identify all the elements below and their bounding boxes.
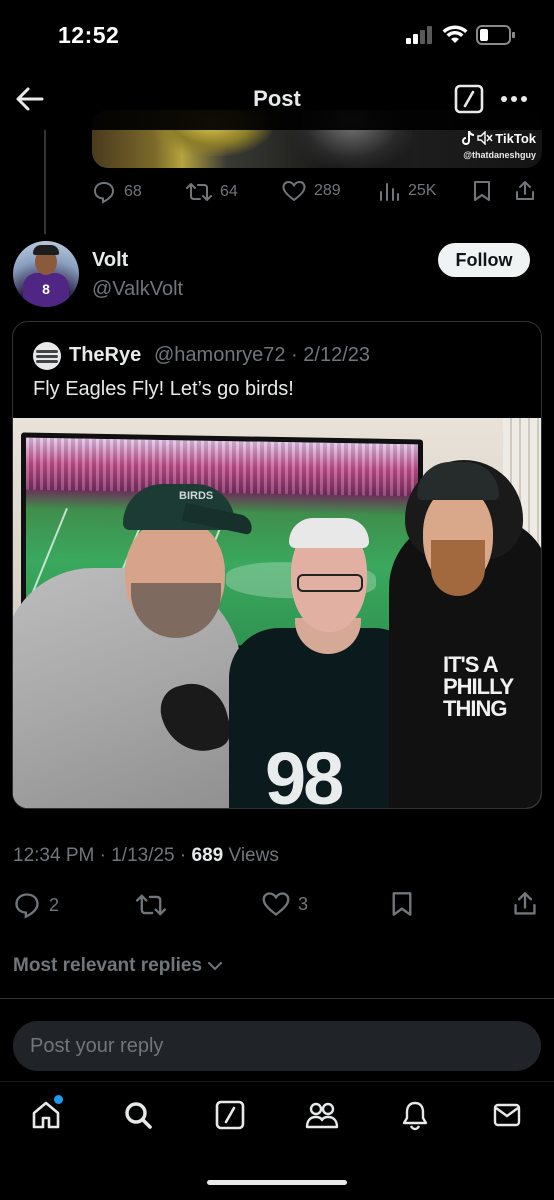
- home-indicator: [207, 1180, 347, 1185]
- grok-icon: [454, 84, 484, 114]
- status-icons: [406, 25, 516, 45]
- tiktok-watermark: TikTok @thatdaneshguy: [461, 130, 536, 160]
- author-name[interactable]: Volt: [92, 249, 128, 272]
- tab-messages[interactable]: [489, 1097, 525, 1133]
- quoted-author-name: TheRye: [69, 344, 142, 366]
- bookmark-icon: [392, 892, 412, 916]
- tiktok-label: TikTok: [495, 130, 536, 146]
- meta-separator: ·: [291, 344, 298, 366]
- author-handle[interactable]: @ValkVolt: [92, 278, 183, 301]
- quoted-author-meta: @hamonrye72 · 2/12/23: [154, 344, 370, 367]
- share-action[interactable]: [512, 891, 538, 917]
- shirt-text: IT'S A PHILLY THING: [443, 652, 514, 721]
- reply-count: 68: [124, 183, 142, 200]
- communities-icon: [305, 1102, 339, 1129]
- tab-grok[interactable]: [212, 1097, 248, 1133]
- wifi-icon: [442, 25, 468, 43]
- home-notification-dot: [54, 1095, 63, 1104]
- repost-count: 64: [220, 183, 238, 200]
- reply-count: 2: [49, 894, 60, 915]
- more-dots-icon: [501, 96, 527, 102]
- repost-icon: [136, 894, 166, 916]
- status-time: 12:52: [58, 22, 120, 48]
- follow-button[interactable]: Follow: [438, 243, 530, 277]
- notifications-icon: [402, 1101, 428, 1131]
- like-action[interactable]: 3: [262, 891, 308, 917]
- replies-sort-label: Most relevant replies: [13, 955, 203, 976]
- reply-placeholder: Post your reply: [30, 1035, 164, 1057]
- signal-icon: [406, 26, 432, 44]
- search-icon: [125, 1102, 152, 1129]
- post-timestamp: 12:34 PM · 1/13/25 · 689 Views: [13, 845, 279, 866]
- post-date: 1/13/25: [111, 845, 175, 866]
- quoted-post-text: Fly Eagles Fly! Let’s go birds!: [33, 378, 294, 400]
- tab-notifications[interactable]: [397, 1097, 433, 1133]
- like-action[interactable]: 289: [282, 180, 341, 202]
- mute-icon: [477, 131, 493, 145]
- like-count: 289: [314, 182, 341, 199]
- quoted-post[interactable]: TheRye @hamonrye72 · 2/12/23 Fly Eagles …: [12, 321, 542, 809]
- like-count: 3: [298, 893, 309, 914]
- quoted-author-avatar: [33, 342, 61, 370]
- quoted-post-date: 2/12/23: [303, 344, 371, 366]
- grok-button[interactable]: [453, 83, 485, 115]
- bookmark-action[interactable]: [390, 891, 414, 917]
- reply-icon: [93, 181, 115, 204]
- quoted-author-handle: @hamonrye72: [154, 344, 286, 366]
- reply-input[interactable]: Post your reply: [13, 1021, 541, 1071]
- messages-icon: [493, 1103, 521, 1127]
- share-icon: [516, 181, 534, 200]
- reply-action[interactable]: 68: [92, 180, 142, 204]
- share-action[interactable]: [514, 180, 536, 202]
- cap-text: BIRDS: [179, 490, 214, 502]
- jersey-number: 98: [265, 737, 344, 809]
- share-icon: [514, 892, 536, 915]
- tiktok-icon: [462, 130, 475, 145]
- post-header: Post: [0, 70, 554, 130]
- author-avatar[interactable]: 8: [13, 241, 79, 307]
- bookmark-icon: [474, 181, 490, 201]
- divider: [0, 998, 554, 999]
- post-views-count: 689: [191, 845, 224, 866]
- bookmark-action[interactable]: [472, 180, 492, 202]
- quoted-post-photo[interactable]: BIRDS 98 IT'S A PHILLY THING: [13, 418, 541, 809]
- repost-action[interactable]: [136, 891, 166, 919]
- post-time: 12:34 PM: [13, 845, 95, 866]
- post-actions: 2 3: [0, 889, 554, 921]
- thread-line: [44, 130, 46, 234]
- battery-icon: [476, 25, 515, 45]
- more-options-button[interactable]: [498, 84, 530, 114]
- previous-post-actions: 68 64 289 25K: [92, 180, 542, 206]
- tab-communities[interactable]: [304, 1097, 340, 1133]
- tiktok-handle: @thatdaneshguy: [463, 150, 536, 160]
- chevron-down-icon: [208, 962, 223, 971]
- views-count: 25K: [408, 182, 437, 199]
- status-bar: 12:52: [0, 0, 554, 70]
- views-icon: [380, 183, 399, 201]
- repost-icon: [186, 183, 212, 201]
- reply-action[interactable]: 2: [13, 891, 59, 919]
- post-views-label: Views: [228, 845, 279, 866]
- replies-sort-dropdown[interactable]: Most relevant replies: [13, 955, 224, 977]
- repost-action[interactable]: 64: [186, 180, 238, 204]
- heart-icon: [282, 180, 306, 202]
- views-action[interactable]: 25K: [378, 180, 436, 202]
- grok-icon: [215, 1100, 245, 1130]
- reply-icon: [15, 893, 39, 919]
- tab-search[interactable]: [120, 1097, 156, 1133]
- heart-icon: [262, 892, 290, 916]
